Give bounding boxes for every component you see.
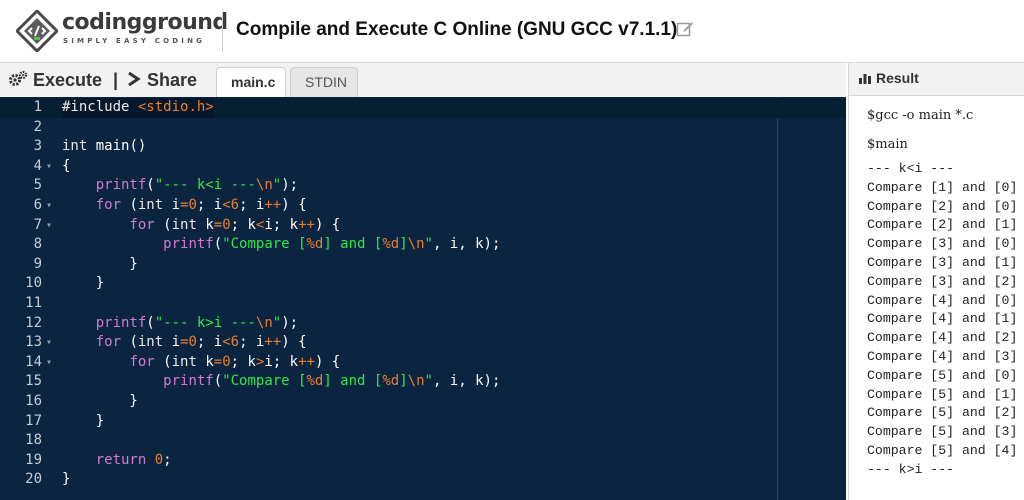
code-line[interactable]: 11	[0, 294, 846, 314]
line-number: 2	[33, 118, 42, 135]
code-line[interactable]: 1 #include <stdio.h>	[0, 98, 846, 118]
line-number: 3	[33, 138, 42, 155]
line-number: 14	[25, 353, 42, 370]
code-line[interactable]: 4 ▾ {	[0, 157, 846, 177]
tab-stdin[interactable]: STDIN	[290, 67, 358, 97]
line-number: 20	[25, 471, 42, 488]
codingground-logo[interactable]: codingground SIMPLY EASY CODING	[16, 8, 228, 54]
toolbar-separator: |	[113, 70, 119, 90]
code-text: printf("Compare [%d] and [%d]\n", i, k);	[163, 236, 501, 253]
line-number: 16	[25, 393, 42, 409]
line-number: 17	[25, 412, 42, 429]
code-line[interactable]: 15 printf("Compare [%d] and [%d]\n", i, …	[0, 372, 846, 392]
line-number: 5	[33, 177, 42, 194]
code-text: }	[62, 471, 71, 488]
line-number: 1	[33, 99, 42, 115]
run-command: $main	[867, 137, 908, 152]
code-line[interactable]: 18	[0, 431, 846, 451]
share-label: Share	[147, 70, 198, 90]
top-header: codingground SIMPLY EASY CODING Compile …	[0, 0, 1024, 63]
code-line[interactable]: 13 ▾ for (int i=0; i<6; i++) {	[0, 333, 846, 353]
code-line[interactable]: 19 return 0;	[0, 451, 846, 471]
code-text: }	[62, 255, 138, 272]
code-line[interactable]: 3 int main()	[0, 137, 846, 157]
editor-toolbar: Execute | Share main.c STDIN	[0, 63, 846, 98]
code-line[interactable]: 20}	[0, 470, 846, 490]
line-number: 12	[25, 314, 42, 331]
code-text: for (int k=0; k>i; k++) {	[129, 353, 341, 370]
line-number: 8	[33, 236, 42, 253]
result-output-panel: $gcc -o main *.c $main --- k<i --- Compa…	[848, 96, 1024, 500]
line-number: 18	[25, 432, 42, 449]
bar-chart-icon	[859, 74, 871, 84]
logo-diamond-icon	[16, 10, 58, 52]
chevron-right-icon	[128, 71, 141, 87]
code-text: }	[62, 275, 105, 292]
code-text: printf("--- k>i ---\n");	[95, 314, 299, 331]
fold-arrow-icon[interactable]: ▾	[46, 157, 52, 177]
code-text: for (int i=0; i<6; i++) {	[95, 334, 307, 351]
execute-button[interactable]: Execute	[8, 68, 102, 92]
code-line[interactable]: 17 }	[0, 412, 846, 432]
code-text: return 0;	[95, 451, 172, 468]
code-text: }	[62, 393, 138, 409]
fold-arrow-icon[interactable]: ▾	[46, 196, 52, 216]
program-output: --- k<i --- Compare [1] and [0] Compare …	[867, 161, 1018, 477]
code-line[interactable]: 5 printf("--- k<i ---\n");	[0, 176, 846, 196]
line-number: 10	[25, 275, 42, 292]
execute-label: Execute	[33, 70, 103, 90]
code-line[interactable]: 9 }	[0, 255, 846, 275]
result-panel-header: Result	[848, 63, 1024, 96]
logo-wordmark: codingground	[62, 10, 228, 35]
code-text: printf("Compare [%d] and [%d]\n", i, k);	[163, 373, 501, 390]
line-number: 15	[25, 373, 42, 390]
fold-arrow-icon[interactable]: ▾	[46, 353, 52, 373]
code-line[interactable]: 2	[0, 118, 846, 138]
code-text: {	[62, 157, 71, 174]
code-text: #include <stdio.h>	[62, 98, 214, 118]
line-number: 19	[25, 451, 42, 468]
logo-tagline: SIMPLY EASY CODING	[63, 37, 206, 45]
line-number: 13	[25, 334, 42, 351]
code-text: for (int i=0; i<6; i++) {	[95, 197, 307, 213]
line-number: 11	[25, 295, 42, 311]
line-number: 7	[33, 216, 42, 233]
code-line[interactable]: 14 ▾ for (int k=0; k>i; k++) {	[0, 353, 846, 373]
tab-main-c[interactable]: main.c	[216, 67, 286, 97]
gears-icon	[9, 70, 28, 86]
code-line[interactable]: 7 ▾ for (int k=0; k<i; k++) {	[0, 216, 846, 236]
fold-arrow-icon[interactable]: ▾	[46, 333, 52, 353]
page-title: Compile and Execute C Online (GNU GCC v7…	[236, 19, 678, 40]
header-divider	[222, 10, 223, 52]
code-line[interactable]: 16 }	[0, 392, 846, 412]
edit-icon[interactable]	[676, 20, 694, 38]
code-text: }	[62, 412, 105, 429]
share-button[interactable]: Share	[126, 68, 197, 92]
code-text: for (int k=0; k<i; k++) {	[129, 216, 341, 233]
compile-command: $gcc -o main *.c	[867, 108, 974, 123]
result-title: Result	[859, 70, 919, 86]
code-line[interactable]: 6 ▾ for (int i=0; i<6; i++) {	[0, 196, 846, 216]
result-title-label: Result	[876, 70, 919, 86]
code-text: int main()	[62, 138, 147, 155]
line-number: 4	[33, 157, 42, 174]
code-line[interactable]: 8 printf("Compare [%d] and [%d]\n", i, k…	[0, 235, 846, 255]
code-editor[interactable]: 1 #include <stdio.h> 2 3 int main() 4 ▾{5 prin…	[0, 97, 846, 500]
fold-arrow-icon[interactable]: ▾	[46, 216, 52, 236]
code-line[interactable]: 12 printf("--- k>i ---\n");	[0, 314, 846, 334]
line-number: 6	[33, 197, 42, 213]
code-line[interactable]: 10 }	[0, 274, 846, 294]
code-text: printf("--- k<i ---\n");	[95, 177, 299, 194]
line-number: 9	[33, 255, 42, 272]
